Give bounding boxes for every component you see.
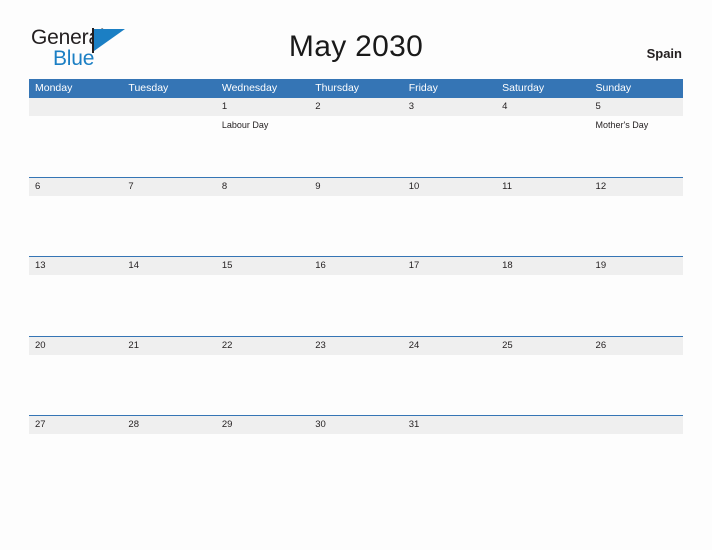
country-label: Spain <box>646 46 682 61</box>
day-number[interactable]: 2 <box>309 98 402 116</box>
week-row: 6 7 8 9 10 11 12 <box>29 176 683 257</box>
day-cell[interactable] <box>216 275 309 335</box>
weekday-header-sunday: Sunday <box>595 82 632 94</box>
day-number[interactable]: 30 <box>309 416 402 434</box>
day-cell[interactable] <box>590 275 683 335</box>
day-cell[interactable] <box>403 275 496 335</box>
day-cell[interactable] <box>590 196 683 256</box>
weekday-header-row: Monday Tuesday Wednesday Thursday Friday… <box>29 79 683 97</box>
day-cell[interactable] <box>122 116 215 176</box>
day-cell[interactable] <box>590 355 683 415</box>
weekday-header-wednesday: Wednesday <box>221 82 278 94</box>
week-row: 27 28 29 30 31 <box>29 415 683 495</box>
day-number[interactable]: 13 <box>29 257 122 275</box>
event-label: Labour Day <box>221 120 269 130</box>
weekday-header-thursday: Thursday <box>315 82 360 94</box>
day-number[interactable]: 16 <box>309 257 402 275</box>
day-number[interactable]: 25 <box>496 337 589 355</box>
day-cell[interactable] <box>29 275 122 335</box>
day-cell[interactable]: Labour Day <box>216 116 309 176</box>
week-row: 20 21 22 23 24 25 26 <box>29 335 683 416</box>
day-cell[interactable] <box>309 275 402 335</box>
day-cell[interactable] <box>122 196 215 256</box>
day-cell[interactable] <box>590 434 683 494</box>
day-number[interactable]: 11 <box>496 178 589 196</box>
day-number[interactable]: 18 <box>496 257 589 275</box>
day-cell[interactable] <box>309 434 402 494</box>
day-cell[interactable] <box>309 355 402 415</box>
day-number[interactable]: 19 <box>590 257 683 275</box>
day-number[interactable]: 8 <box>216 178 309 196</box>
day-number[interactable]: 24 <box>403 337 496 355</box>
event-band <box>29 355 683 415</box>
day-cell[interactable] <box>122 275 215 335</box>
page-title: May 2030 <box>288 30 424 63</box>
date-band: 6 7 8 9 10 11 12 <box>29 177 683 196</box>
day-number[interactable]: 5 <box>590 98 683 116</box>
day-number[interactable]: 3 <box>403 98 496 116</box>
day-number[interactable]: 6 <box>29 178 122 196</box>
date-band: 1 2 3 4 5 <box>29 98 683 116</box>
event-band <box>29 196 683 256</box>
day-cell[interactable] <box>403 355 496 415</box>
day-number[interactable] <box>29 98 122 116</box>
day-cell[interactable] <box>309 196 402 256</box>
day-cell[interactable] <box>29 355 122 415</box>
day-cell[interactable] <box>403 116 496 176</box>
day-cell[interactable] <box>496 355 589 415</box>
date-band: 13 14 15 16 17 18 19 <box>29 257 683 275</box>
day-number[interactable]: 31 <box>403 416 496 434</box>
day-cell[interactable] <box>216 196 309 256</box>
day-number[interactable]: 20 <box>29 337 122 355</box>
day-number[interactable]: 14 <box>122 257 215 275</box>
weekday-header-saturday: Saturday <box>502 82 545 94</box>
day-cell[interactable] <box>403 434 496 494</box>
day-number[interactable]: 9 <box>309 178 402 196</box>
day-number[interactable]: 15 <box>216 257 309 275</box>
day-number[interactable]: 17 <box>403 257 496 275</box>
week-row: 1 2 3 4 5 Labour Day Mother's Day <box>29 97 683 177</box>
day-number[interactable]: 29 <box>216 416 309 434</box>
day-number[interactable]: 4 <box>496 98 589 116</box>
day-cell[interactable] <box>496 196 589 256</box>
day-cell[interactable] <box>29 434 122 494</box>
day-cell[interactable] <box>216 355 309 415</box>
date-band: 20 21 22 23 24 25 26 <box>29 336 683 355</box>
day-cell[interactable] <box>216 434 309 494</box>
event-band <box>29 434 683 494</box>
day-cell[interactable] <box>29 196 122 256</box>
day-number[interactable]: 22 <box>216 337 309 355</box>
day-cell[interactable] <box>122 434 215 494</box>
day-cell[interactable] <box>496 434 589 494</box>
day-number[interactable]: 1 <box>216 98 309 116</box>
weekday-header-monday: Monday <box>35 82 73 94</box>
day-cell[interactable] <box>496 116 589 176</box>
day-number[interactable]: 12 <box>590 178 683 196</box>
day-number[interactable]: 21 <box>122 337 215 355</box>
day-cell[interactable] <box>122 355 215 415</box>
event-band <box>29 275 683 335</box>
day-cell[interactable]: Mother's Day <box>590 116 683 176</box>
date-band: 27 28 29 30 31 <box>29 416 683 434</box>
event-band: Labour Day Mother's Day <box>29 116 683 176</box>
week-row: 13 14 15 16 17 18 19 <box>29 256 683 336</box>
calendar-grid: Monday Tuesday Wednesday Thursday Friday… <box>29 79 683 495</box>
day-number[interactable]: 26 <box>590 337 683 355</box>
page-header: General Blue May 2030 Spain <box>0 0 712 69</box>
day-number[interactable]: 23 <box>309 337 402 355</box>
day-number[interactable]: 28 <box>122 416 215 434</box>
day-cell[interactable] <box>309 116 402 176</box>
day-number[interactable] <box>496 416 589 434</box>
weekday-header-tuesday: Tuesday <box>128 82 169 94</box>
day-cell[interactable] <box>29 116 122 176</box>
weekday-header-friday: Friday <box>408 82 438 94</box>
day-cell[interactable] <box>496 275 589 335</box>
day-number[interactable] <box>590 416 683 434</box>
day-number[interactable]: 27 <box>29 416 122 434</box>
event-label: Mother's Day <box>595 120 649 130</box>
day-cell[interactable] <box>403 196 496 256</box>
day-number[interactable]: 10 <box>403 178 496 196</box>
day-number[interactable] <box>122 98 215 116</box>
day-number[interactable]: 7 <box>122 178 215 196</box>
